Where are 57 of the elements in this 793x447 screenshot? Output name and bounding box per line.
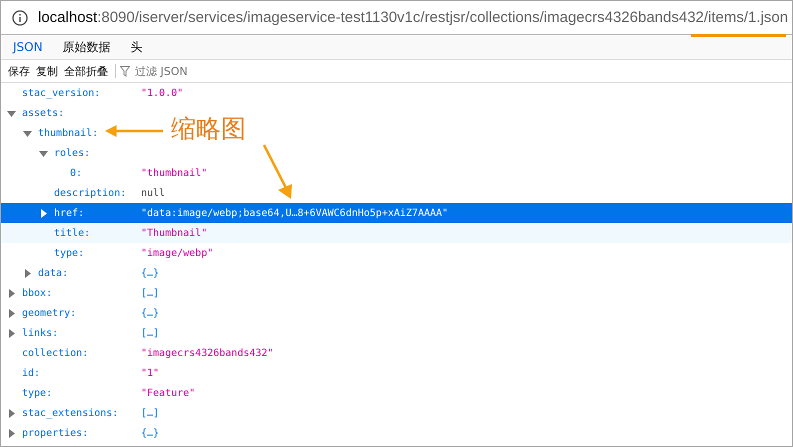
json-key: thumbnail: — [38, 128, 98, 138]
tab[interactable]: 原始数据 — [54, 36, 119, 58]
json-value: […] — [141, 408, 160, 418]
annotation-label: 缩略图 — [171, 113, 246, 145]
json-key: properties: — [22, 428, 88, 438]
json-value: "Thumbnail" — [141, 228, 208, 238]
tab[interactable]: JSON — [5, 38, 51, 56]
json-key: data: — [38, 268, 68, 278]
tree-row[interactable]: title: "Thumbnail" — [1, 223, 792, 243]
toolbar-button[interactable]: 全部折叠 — [61, 64, 111, 78]
info-icon[interactable] — [12, 10, 28, 26]
toolbar-button[interactable]: 保存 — [5, 64, 33, 78]
json-key: links: — [22, 328, 58, 338]
json-key: stac_extensions: — [22, 408, 118, 418]
json-key: assets: — [22, 108, 64, 118]
json-key: title: — [54, 228, 90, 238]
json-value: "imagecrs4326bands432" — [141, 348, 274, 358]
json-value: {…} — [141, 268, 160, 278]
collapsed-arrow-icon[interactable] — [7, 288, 16, 298]
json-key: description: — [54, 188, 126, 198]
tab[interactable]: 头 — [122, 36, 151, 58]
filter-icon — [120, 66, 130, 76]
json-key: id: — [22, 368, 40, 378]
json-key: bbox: — [22, 288, 52, 298]
json-value: "Feature" — [141, 388, 196, 398]
json-key: roles: — [54, 148, 90, 158]
json-key: geometry: — [22, 308, 76, 318]
collapsed-arrow-icon[interactable] — [23, 268, 32, 278]
json-value: "data:image/webp;base64,U…8+6VAWC6dnHo5p+xAiZ7AAAA" — [141, 208, 448, 218]
collapsed-arrow-icon[interactable] — [7, 328, 16, 338]
json-key: stac_version: — [22, 88, 100, 98]
expanded-arrow-icon[interactable] — [39, 148, 48, 158]
toolbar-button[interactable]: 复制 — [33, 64, 61, 78]
json-value: […] — [141, 328, 160, 338]
filter-field[interactable]: 过滤 JSON — [133, 64, 257, 78]
json-value: {…} — [141, 428, 160, 438]
json-value: "1.0.0" — [141, 88, 184, 98]
expanded-arrow-icon[interactable] — [23, 128, 32, 138]
expanded-arrow-icon[interactable] — [7, 108, 16, 118]
json-value: {…} — [141, 308, 160, 318]
collapsed-arrow-icon[interactable] — [39, 208, 48, 218]
json-value: […] — [141, 288, 160, 298]
url-text: localhost:8090/iserver/services/imageservice-test1130v1c/restjsr/collections/imagecrs4326bands432/items/1.json — [38, 9, 788, 26]
collapsed-arrow-icon[interactable] — [7, 428, 16, 438]
json-value: "thumbnail" — [141, 168, 208, 178]
collapsed-arrow-icon[interactable] — [7, 308, 16, 318]
json-key: 0: — [70, 168, 82, 178]
json-key: href: — [54, 208, 84, 218]
json-value: null — [141, 188, 166, 198]
tree-row[interactable]: href: "data:image/webp;base64,U…8+6VAWC6dnHo5p+xAiZ7AAAA" — [1, 203, 792, 223]
json-key: type: — [54, 248, 84, 258]
annotation-arrow — [105, 125, 163, 137]
json-key: type: — [22, 388, 52, 398]
json-value: "image/webp" — [141, 248, 214, 258]
json-key: collection: — [22, 348, 88, 358]
collapsed-arrow-icon[interactable] — [7, 408, 16, 418]
json-value: "1" — [141, 368, 160, 378]
